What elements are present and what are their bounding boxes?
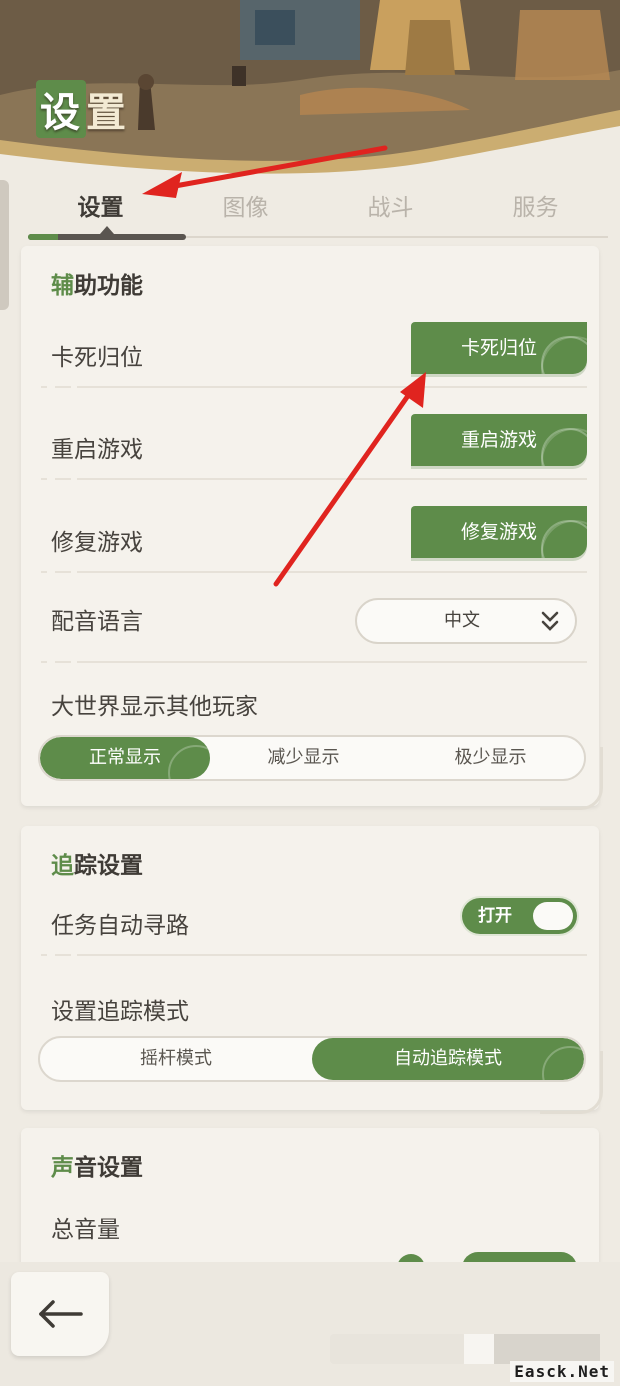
row-divider — [41, 386, 587, 388]
option-minimal-display[interactable]: 极少显示 — [397, 737, 584, 779]
row-divider — [41, 661, 587, 663]
page-title: 设置 — [36, 80, 128, 138]
world-players-label: 大世界显示其他玩家 — [51, 694, 258, 720]
voice-language-dropdown[interactable]: 中文 — [355, 598, 577, 644]
auto-pathfinding-label: 任务自动寻路 — [51, 913, 189, 939]
track-mode-label: 设置追踪模式 — [51, 999, 189, 1025]
restart-game-label: 重启游戏 — [51, 437, 143, 463]
master-volume-label: 总音量 — [51, 1217, 120, 1243]
assist-functions-card: 辅助功能 卡死归位 卡死归位 重启游戏 重启游戏 修复游戏 修复游戏 配音语言 … — [21, 246, 603, 810]
blurred-area — [464, 1334, 494, 1364]
back-button[interactable] — [11, 1272, 109, 1356]
tab-bar: 设置 图像 战斗 服务 — [28, 186, 608, 240]
option-reduced-display[interactable]: 减少显示 — [210, 737, 397, 779]
voice-language-label: 配音语言 — [51, 609, 143, 635]
active-tab-caret — [100, 226, 114, 234]
tab-combat[interactable]: 战斗 — [318, 186, 463, 240]
assist-functions-title: 辅助功能 — [51, 273, 143, 299]
track-mode-selector: 摇杆模式 自动追踪模式 — [38, 1036, 586, 1082]
auto-pathfinding-toggle[interactable]: 打开 — [462, 898, 577, 934]
tab-graphics[interactable]: 图像 — [173, 186, 318, 240]
active-tab-indicator — [28, 234, 186, 240]
tracking-settings-card: 追踪设置 任务自动寻路 打开 设置追踪模式 摇杆模式 自动追踪模式 — [21, 826, 603, 1114]
toggle-knob — [533, 902, 573, 930]
double-chevron-down-icon — [541, 611, 559, 631]
voice-language-value: 中文 — [444, 610, 480, 631]
blurred-area — [494, 1334, 600, 1364]
unstuck-button[interactable]: 卡死归位 — [411, 322, 587, 374]
row-divider — [41, 478, 587, 480]
back-arrow-icon — [39, 1300, 83, 1328]
restart-game-button[interactable]: 重启游戏 — [411, 414, 587, 466]
option-normal-display[interactable]: 正常显示 — [40, 737, 210, 779]
watermark: Easck.Net — [510, 1361, 614, 1382]
option-joystick-mode[interactable]: 摇杆模式 — [40, 1038, 312, 1080]
row-divider — [41, 954, 587, 956]
repair-game-label: 修复游戏 — [51, 530, 143, 556]
unstuck-label: 卡死归位 — [51, 345, 143, 371]
sound-settings-title: 声音设置 — [51, 1155, 143, 1181]
world-players-selector: 正常显示 减少显示 极少显示 — [38, 735, 586, 781]
header-banner: 设置 — [0, 0, 620, 190]
blurred-area — [330, 1334, 466, 1364]
left-scrollbar[interactable] — [0, 180, 9, 310]
tab-service[interactable]: 服务 — [463, 186, 608, 240]
repair-game-button[interactable]: 修复游戏 — [411, 506, 587, 558]
toggle-state-text: 打开 — [478, 906, 512, 926]
row-divider — [41, 571, 587, 573]
tracking-settings-title: 追踪设置 — [51, 853, 143, 879]
option-auto-track-mode[interactable]: 自动追踪模式 — [312, 1038, 584, 1080]
